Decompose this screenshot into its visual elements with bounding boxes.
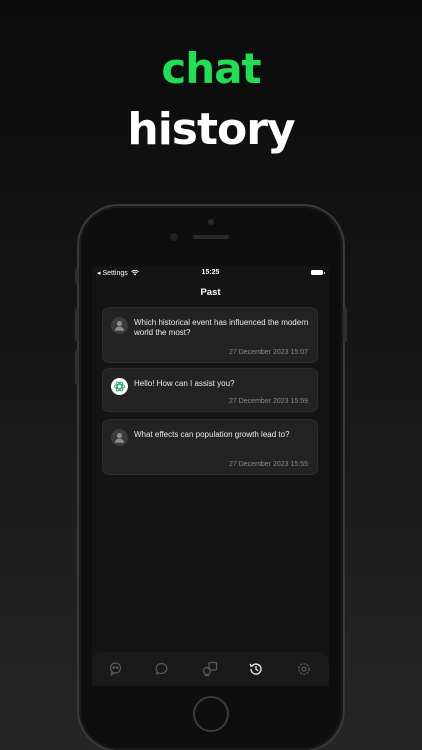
battery-icon	[311, 270, 325, 275]
tab-bar	[92, 652, 329, 686]
history-date: 27 December 2023 15:07	[229, 349, 308, 356]
tab-images[interactable]	[202, 661, 218, 677]
history-date: 27 December 2023 15:59	[229, 398, 308, 405]
earpiece-speaker	[193, 235, 229, 239]
history-message: Which historical event has influenced th…	[134, 318, 309, 337]
history-item[interactable]: Hello! How can I assist you? 27 December…	[102, 368, 318, 412]
volume-down-button	[75, 350, 79, 384]
proximity-sensor	[170, 233, 178, 241]
settings-gear-icon	[298, 663, 310, 675]
status-bar: ◂ Settings 15:25	[92, 266, 329, 280]
home-button[interactable]	[193, 696, 229, 732]
user-icon	[111, 429, 128, 446]
history-item[interactable]: Which historical event has influenced th…	[102, 307, 318, 363]
user-icon	[111, 317, 128, 334]
tab-settings[interactable]	[296, 661, 312, 677]
headline-history: history	[127, 104, 295, 155]
history-message: What effects can population growth lead …	[134, 430, 290, 439]
phone-frame: ◂ Settings 15:25 Past Which historical e…	[75, 206, 347, 750]
chat-bot-icon	[109, 662, 122, 677]
tab-assistant[interactable]	[108, 661, 124, 677]
history-item[interactable]: What effects can population growth lead …	[102, 419, 318, 475]
headline-chat: chat	[161, 44, 261, 93]
app-screen: ◂ Settings 15:25 Past Which historical e…	[92, 266, 329, 686]
tab-history[interactable]	[248, 661, 264, 677]
volume-up-button	[75, 308, 79, 342]
openai-logo-icon	[111, 378, 128, 395]
image-generate-icon	[202, 661, 218, 677]
power-button	[343, 308, 347, 342]
history-date: 27 December 2023 15:55	[229, 461, 308, 468]
page-title: Past	[200, 287, 221, 298]
status-time: 15:25	[201, 269, 220, 276]
message-bubble-icon	[155, 662, 168, 675]
tab-chat[interactable]	[154, 661, 170, 677]
history-message: Hello! How can I assist you?	[134, 379, 235, 388]
mute-switch	[75, 268, 79, 284]
history-clock-icon	[249, 663, 262, 675]
front-camera	[208, 219, 214, 225]
